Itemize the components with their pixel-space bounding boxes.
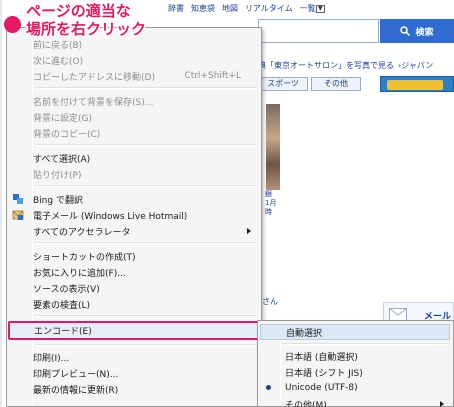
nav-link-list[interactable]: 一覧 ▼ — [300, 3, 325, 14]
menu-item-view-source[interactable]: ソースの表示(V) — [9, 280, 259, 296]
news-snippet-line: 時 — [265, 208, 272, 216]
menu-item-forward[interactable]: 次に進む(O) — [9, 52, 259, 68]
menu-item-label: お気に入りに追加(F)... — [33, 268, 126, 279]
news-snippet-line: 1月 — [265, 199, 277, 207]
search-icon — [400, 26, 411, 36]
email-icon — [12, 210, 24, 220]
menu-item-print-preview[interactable]: 印刷プレビュー(N)... — [9, 365, 259, 381]
menu-item-all-accelerators[interactable]: すべてのアクセラレータ — [9, 223, 259, 239]
menu-item-label: エンコード(E) — [34, 327, 92, 337]
menu-separator — [35, 344, 257, 346]
nav-link-dictionary[interactable]: 辞書 — [168, 3, 184, 14]
menu-item-set-as-background[interactable]: 背景に設定(G) — [9, 109, 259, 125]
submenu-item-label: その他(M) — [285, 400, 327, 407]
submenu-item-unicode-utf8[interactable]: Unicode (UTF-8) — [260, 380, 450, 396]
user-snippet: さん — [262, 297, 278, 306]
menu-separator — [35, 144, 257, 146]
submenu-item-japanese-auto[interactable]: 日本語 (自動選択) — [260, 348, 450, 364]
news-snippet-line: 銀 — [265, 190, 272, 198]
menu-item-label: すべてのアクセラレータ — [33, 227, 131, 238]
submenu-item-label: 日本語 (シフト JIS) — [285, 368, 363, 379]
menu-item-copy-background[interactable]: 背景のコピー(C) — [9, 125, 259, 141]
menu-item-save-background-as[interactable]: 名前を付けて背景を保存(S)... — [9, 93, 259, 109]
menu-item-inspect-element[interactable]: 要素の検査(L) — [9, 296, 259, 312]
page-edge — [0, 0, 2, 407]
submenu-arrow-icon — [247, 228, 251, 234]
menu-item-refresh[interactable]: 最新の情報に更新(R) — [9, 381, 259, 397]
news-snippet[interactable]: 銀 1月 時 — [265, 190, 279, 217]
menu-item-label: 要素の検査(L) — [33, 300, 91, 311]
radio-selected-icon — [266, 385, 271, 390]
submenu-item-label: 自動選択 — [286, 328, 323, 339]
menu-item-label: 次に進む(O) — [33, 56, 84, 67]
menu-item-add-to-favorites[interactable]: お気に入りに追加(F)... — [9, 264, 259, 280]
annotation-text: ページの適当な 場所を右クリック — [24, 1, 147, 40]
tab-other[interactable]: その他 — [311, 77, 361, 91]
menu-item-select-all[interactable]: すべて選択(A) — [9, 150, 259, 166]
menu-item-label: すべて選択(A) — [33, 154, 91, 165]
menu-item-label: 貼り付け(P) — [33, 170, 82, 181]
submenu-item-japanese-shift-jis[interactable]: 日本語 (シフト JIS) — [260, 364, 450, 380]
submenu-separator — [283, 343, 448, 345]
annotation-dot — [4, 16, 21, 33]
nav-link-chiebukuro[interactable]: 知恵袋 — [191, 3, 215, 14]
promo-banner[interactable] — [380, 76, 454, 92]
menu-item-paste[interactable]: 貼り付け(P) — [9, 166, 259, 182]
menu-separator — [35, 87, 257, 89]
menu-item-label: 背景に設定(G) — [33, 113, 92, 124]
submenu-item-auto-select[interactable]: 自動選択 — [260, 324, 450, 340]
menu-item-label: 前に戻る(B) — [33, 40, 83, 51]
menu-item-label: 印刷プレビュー(N)... — [33, 369, 119, 380]
menu-item-print[interactable]: 印刷(I)... — [9, 349, 259, 365]
nav-link-realtime[interactable]: リアルタイム — [245, 3, 293, 14]
submenu-item-label: 日本語 (自動選択) — [285, 352, 358, 363]
submenu-arrow-icon — [440, 401, 444, 407]
tab-sports[interactable]: スポーツ — [258, 77, 308, 91]
annotation-line-2: 場所を右クリック — [24, 19, 147, 40]
menu-item-shortcut: Ctrl+Shift+L — [184, 71, 241, 81]
menu-item-email-hotmail[interactable]: 電子メール (Windows Live Hotmail) — [9, 207, 259, 223]
menu-item-back[interactable]: 前に戻る(B) — [9, 36, 259, 52]
menu-item-label: ソースの表示(V) — [33, 284, 100, 295]
search-input[interactable] — [258, 19, 379, 43]
menu-item-encoding[interactable]: エンコード(E) — [8, 321, 259, 340]
search-button-label: 検索 — [415, 27, 434, 38]
menu-item-go-to-copied-address[interactable]: コピーしたアドレスに移動(D) Ctrl+Shift+L — [9, 68, 259, 84]
menu-item-label: 名前を付けて背景を保存(S)... — [33, 97, 154, 108]
bing-translate-icon — [13, 194, 23, 204]
menu-item-label: コピーしたアドレスに移動(D) — [33, 72, 155, 83]
japan-link[interactable]: ›ジャパン — [398, 60, 433, 71]
context-menu: 前に戻る(B) 次に進む(O) コピーしたアドレスに移動(D) Ctrl+Shif… — [6, 27, 262, 407]
search-button[interactable]: 検索 — [380, 19, 454, 43]
menu-item-bing-translate[interactable]: Bing で翻訳 — [9, 191, 259, 207]
nav-link-list-label: 一覧 — [299, 4, 316, 13]
promo-banner-graphic — [387, 80, 443, 90]
menu-separator — [35, 315, 257, 317]
menu-separator — [35, 242, 257, 244]
menu-item-create-shortcut[interactable]: ショートカットの作成(T) — [9, 248, 259, 264]
submenu-item-other[interactable]: その他(M) — [260, 396, 450, 407]
news-photo[interactable] — [266, 104, 280, 190]
news-photo-link[interactable]: 典「東京オートサロン」を写真で見る — [258, 60, 394, 71]
news-tabs: スポーツ その他 — [258, 77, 364, 91]
dropdown-arrow-icon[interactable]: ▼ — [315, 4, 325, 13]
top-nav: 辞書 知恵袋 地図 リアルタイム 一覧 ▼ — [168, 3, 325, 14]
submenu-item-label: Unicode (UTF-8) — [285, 383, 358, 393]
encoding-submenu: 自動選択 日本語 (自動選択) 日本語 (シフト JIS) Unicode (U… — [257, 320, 454, 407]
menu-item-label: ショートカットの作成(T) — [33, 252, 136, 263]
menu-item-label: 印刷(I)... — [33, 353, 70, 364]
menu-item-label: 背景のコピー(C) — [33, 129, 101, 140]
menu-separator — [35, 185, 257, 187]
menu-item-label: 最新の情報に更新(R) — [33, 385, 119, 396]
menu-item-label: 電子メール (Windows Live Hotmail) — [33, 211, 188, 222]
nav-link-map[interactable]: 地図 — [222, 3, 238, 14]
menu-item-label: Bing で翻訳 — [33, 195, 83, 206]
annotation-line-1: ページの適当な — [24, 1, 132, 22]
